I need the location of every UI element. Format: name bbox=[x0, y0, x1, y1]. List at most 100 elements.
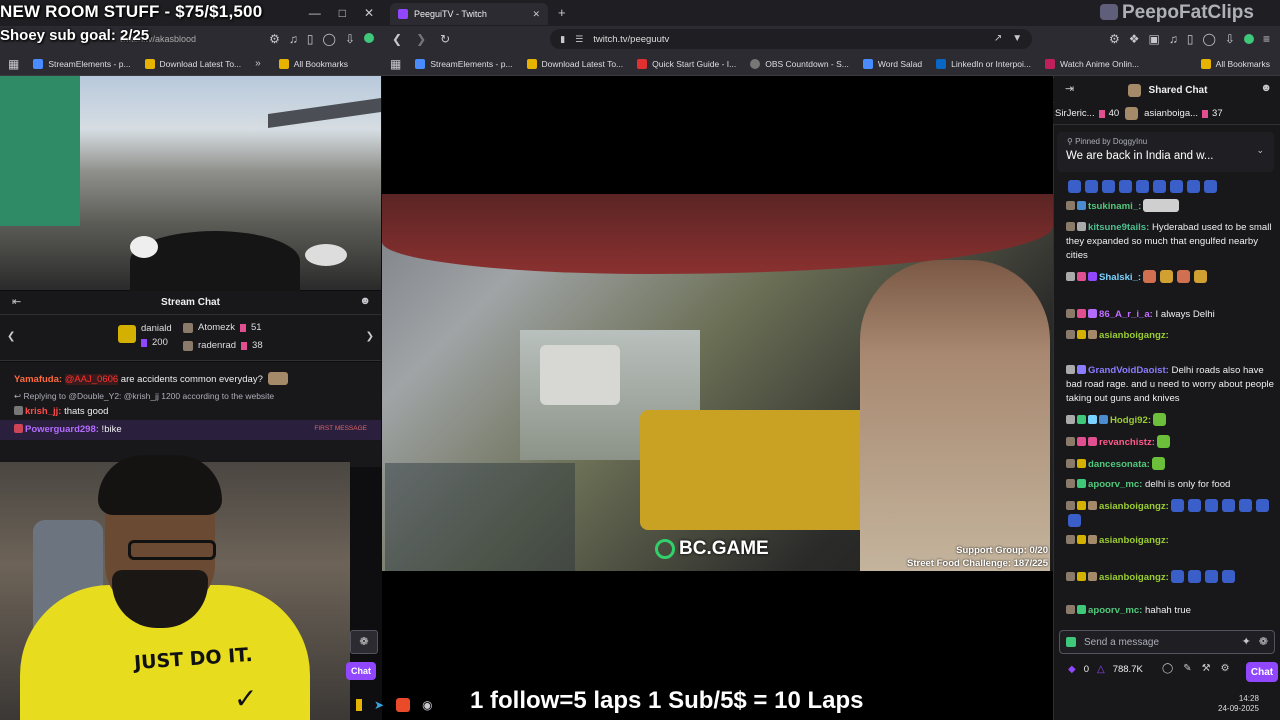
sidebar-icon[interactable]: ▯ bbox=[1187, 33, 1194, 45]
profile-icon[interactable] bbox=[364, 33, 374, 43]
street-food-goal: Street Food Challenge: 187/225 bbox=[907, 558, 1048, 569]
bookmark-icon[interactable]: ▮ bbox=[560, 34, 565, 44]
apps-icon[interactable]: ▦ bbox=[390, 58, 401, 70]
clock-time: 14:28 bbox=[1238, 694, 1259, 703]
driver-shape bbox=[860, 260, 1050, 571]
sparkle-icon[interactable]: ✦ bbox=[1242, 636, 1251, 648]
chat-message: Hodgi92: bbox=[1066, 413, 1276, 428]
video-embedded-chat bbox=[385, 463, 575, 571]
sidebar-icon[interactable]: ▯ bbox=[307, 33, 314, 45]
url-text[interactable]: twitch.tv/peeguutv bbox=[593, 34, 669, 45]
url-input[interactable]: ▮ ☰ twitch.tv/peeguutv ↗ ▼ bbox=[550, 29, 1033, 49]
download-icon[interactable]: ⇩ bbox=[345, 33, 355, 45]
collapse-icon[interactable]: ⇤ bbox=[12, 297, 21, 308]
puzzle-icon[interactable]: ❖ bbox=[1129, 33, 1140, 45]
download-icon[interactable]: ⇩ bbox=[1225, 33, 1235, 45]
left-chat-messages: Yamafuda: @AAJ_0606 are accidents common… bbox=[0, 362, 381, 467]
bookmark-item[interactable]: Word Salad bbox=[862, 58, 922, 69]
chevron-right-icon[interactable]: » bbox=[255, 58, 261, 69]
shield-icon[interactable]: ◯ bbox=[323, 33, 336, 45]
forward-icon[interactable]: ❯ bbox=[416, 33, 426, 45]
bookmark-item[interactable]: Download Latest To... bbox=[144, 58, 241, 69]
send-message-input[interactable]: Send a message ✦ ❁ bbox=[1059, 630, 1275, 654]
hair-shape bbox=[98, 455, 222, 515]
new-tab-icon[interactable]: + bbox=[558, 6, 566, 19]
left-chat-button[interactable]: Chat bbox=[346, 662, 376, 680]
emote-row bbox=[1066, 180, 1266, 194]
chevron-right-icon[interactable]: ❯ bbox=[366, 332, 374, 342]
chat-footer: ◆ 0 △ 788.7K bbox=[1068, 664, 1143, 675]
main-bookmarks-bar: ▦ StreamElements - p... Download Latest … bbox=[382, 52, 1280, 76]
minimize-icon[interactable]: — bbox=[309, 7, 321, 19]
obs-icon[interactable]: ◉ bbox=[422, 699, 432, 711]
tab-close-icon[interactable]: ✕ bbox=[532, 9, 540, 19]
chat-message: apoorv_mc: delhi is only for food bbox=[1066, 478, 1276, 492]
site-info-icon[interactable]: ☰ bbox=[575, 34, 583, 44]
stream-goals: Support Group: 0/20 Street Food Challeng… bbox=[890, 544, 1048, 570]
pen-icon[interactable]: ✎ bbox=[1183, 664, 1191, 674]
share-icon[interactable]: ↗ bbox=[994, 34, 1002, 44]
bits-icon[interactable]: △ bbox=[1097, 664, 1105, 675]
all-bookmarks[interactable]: All Bookmarks bbox=[1200, 58, 1280, 69]
right-leaderboard: SirJeric... 40 asianboiga... 37 bbox=[1053, 103, 1280, 125]
music-icon[interactable]: ♫ bbox=[289, 33, 298, 45]
chat-message: dancesonata: bbox=[1066, 457, 1276, 472]
chevron-left-icon[interactable]: ❮ bbox=[7, 332, 15, 342]
emote-picker-icon[interactable]: ❁ bbox=[350, 630, 378, 654]
room-goal-overlay: NEW ROOM STUFF - $75/$1,500 bbox=[0, 2, 263, 21]
bookmark-item[interactable]: Download Latest To... bbox=[526, 58, 623, 69]
chat-message: asianboigangz: bbox=[1066, 329, 1276, 343]
all-bookmarks[interactable]: All Bookmarks bbox=[278, 58, 348, 69]
settings-icon[interactable]: ⚙ bbox=[1221, 664, 1230, 674]
pinned-text: We are back in India and w... bbox=[1066, 150, 1214, 162]
shield-icon[interactable]: ◯ bbox=[1162, 664, 1173, 674]
shield-icon[interactable]: ◯ bbox=[1202, 33, 1215, 45]
left-stream-video[interactable] bbox=[0, 76, 381, 291]
glasses-shape bbox=[128, 540, 216, 560]
bookmark-item[interactable]: StreamElements - p... bbox=[415, 58, 513, 69]
chat-message: asianboigangz: bbox=[1066, 534, 1276, 548]
bookmark-item[interactable]: OBS Countdown - S... bbox=[750, 58, 849, 69]
apps-icon[interactable]: ▦ bbox=[8, 58, 19, 70]
users-icon[interactable]: ☻ bbox=[359, 296, 371, 307]
back-icon[interactable]: ❮ bbox=[392, 33, 402, 45]
watermark: PeepoFatClips bbox=[1100, 2, 1254, 24]
collapse-icon[interactable]: ⇥ bbox=[1065, 84, 1074, 95]
maximize-icon[interactable]: □ bbox=[339, 7, 346, 19]
right-chat-header: ⇥ Shared Chat ☻ bbox=[1053, 78, 1280, 102]
left-toolbar-icons: ⚙ ♫ ▯ ◯ ⇩ bbox=[269, 33, 382, 45]
reload-icon[interactable]: ↻ bbox=[440, 33, 450, 45]
twitch-icon bbox=[398, 9, 408, 19]
extension-icon[interactable]: ⚙ bbox=[1109, 33, 1120, 45]
left-chat-header: ⇤ Stream Chat ☻ bbox=[0, 291, 381, 315]
pinned-message[interactable]: ⚲ Pinned by DoggyInu We are back in Indi… bbox=[1057, 132, 1274, 172]
chevron-down-icon[interactable]: ⌄ bbox=[1256, 146, 1264, 155]
brave-shield-icon[interactable]: ▼ bbox=[1012, 34, 1022, 44]
brave-icon[interactable] bbox=[396, 698, 411, 712]
folder-icon[interactable] bbox=[356, 699, 362, 711]
leader-name: SirJeric... bbox=[1055, 108, 1095, 119]
users-icon[interactable]: ☻ bbox=[1260, 83, 1272, 94]
viewer-count: 788.7K bbox=[1112, 664, 1143, 675]
right-chat-button[interactable]: Chat bbox=[1246, 662, 1278, 682]
bookmark-item[interactable]: StreamElements - p... bbox=[33, 58, 131, 69]
bookmark-item[interactable]: Watch Anime Onlin... bbox=[1044, 58, 1139, 69]
emote-picker-icon[interactable]: ❁ bbox=[1259, 636, 1274, 648]
music-icon[interactable]: ♫ bbox=[1169, 33, 1178, 45]
chat-badge-icon bbox=[1066, 637, 1076, 647]
leader-entry: daniald bbox=[141, 323, 172, 334]
telegram-icon[interactable]: ➤ bbox=[374, 699, 384, 711]
tools-icon[interactable]: ⚒ bbox=[1202, 664, 1211, 674]
taskbar-icons: ➤ ◉ bbox=[350, 690, 460, 720]
bookmark-item[interactable]: LinkedIn or Interpoi... bbox=[936, 58, 1031, 69]
channel-points: 0 bbox=[1083, 664, 1089, 675]
menu-icon[interactable]: ≡ bbox=[1263, 33, 1270, 45]
bookmark-item[interactable]: Quick Start Guide - I... bbox=[637, 58, 736, 69]
tab-twitch[interactable]: PeeguiTV - Twitch ✕ bbox=[390, 3, 548, 25]
profile-icon[interactable] bbox=[1243, 34, 1254, 44]
extension-icon[interactable]: ⚙ bbox=[269, 33, 280, 45]
channel-points-icon[interactable]: ◆ bbox=[1068, 664, 1076, 675]
close-icon[interactable]: ✕ bbox=[364, 7, 374, 19]
main-titlebar: PeeguiTV - Twitch ✕ + PeepoFatClips bbox=[382, 0, 1280, 26]
wallet-icon[interactable]: ▣ bbox=[1149, 33, 1160, 45]
